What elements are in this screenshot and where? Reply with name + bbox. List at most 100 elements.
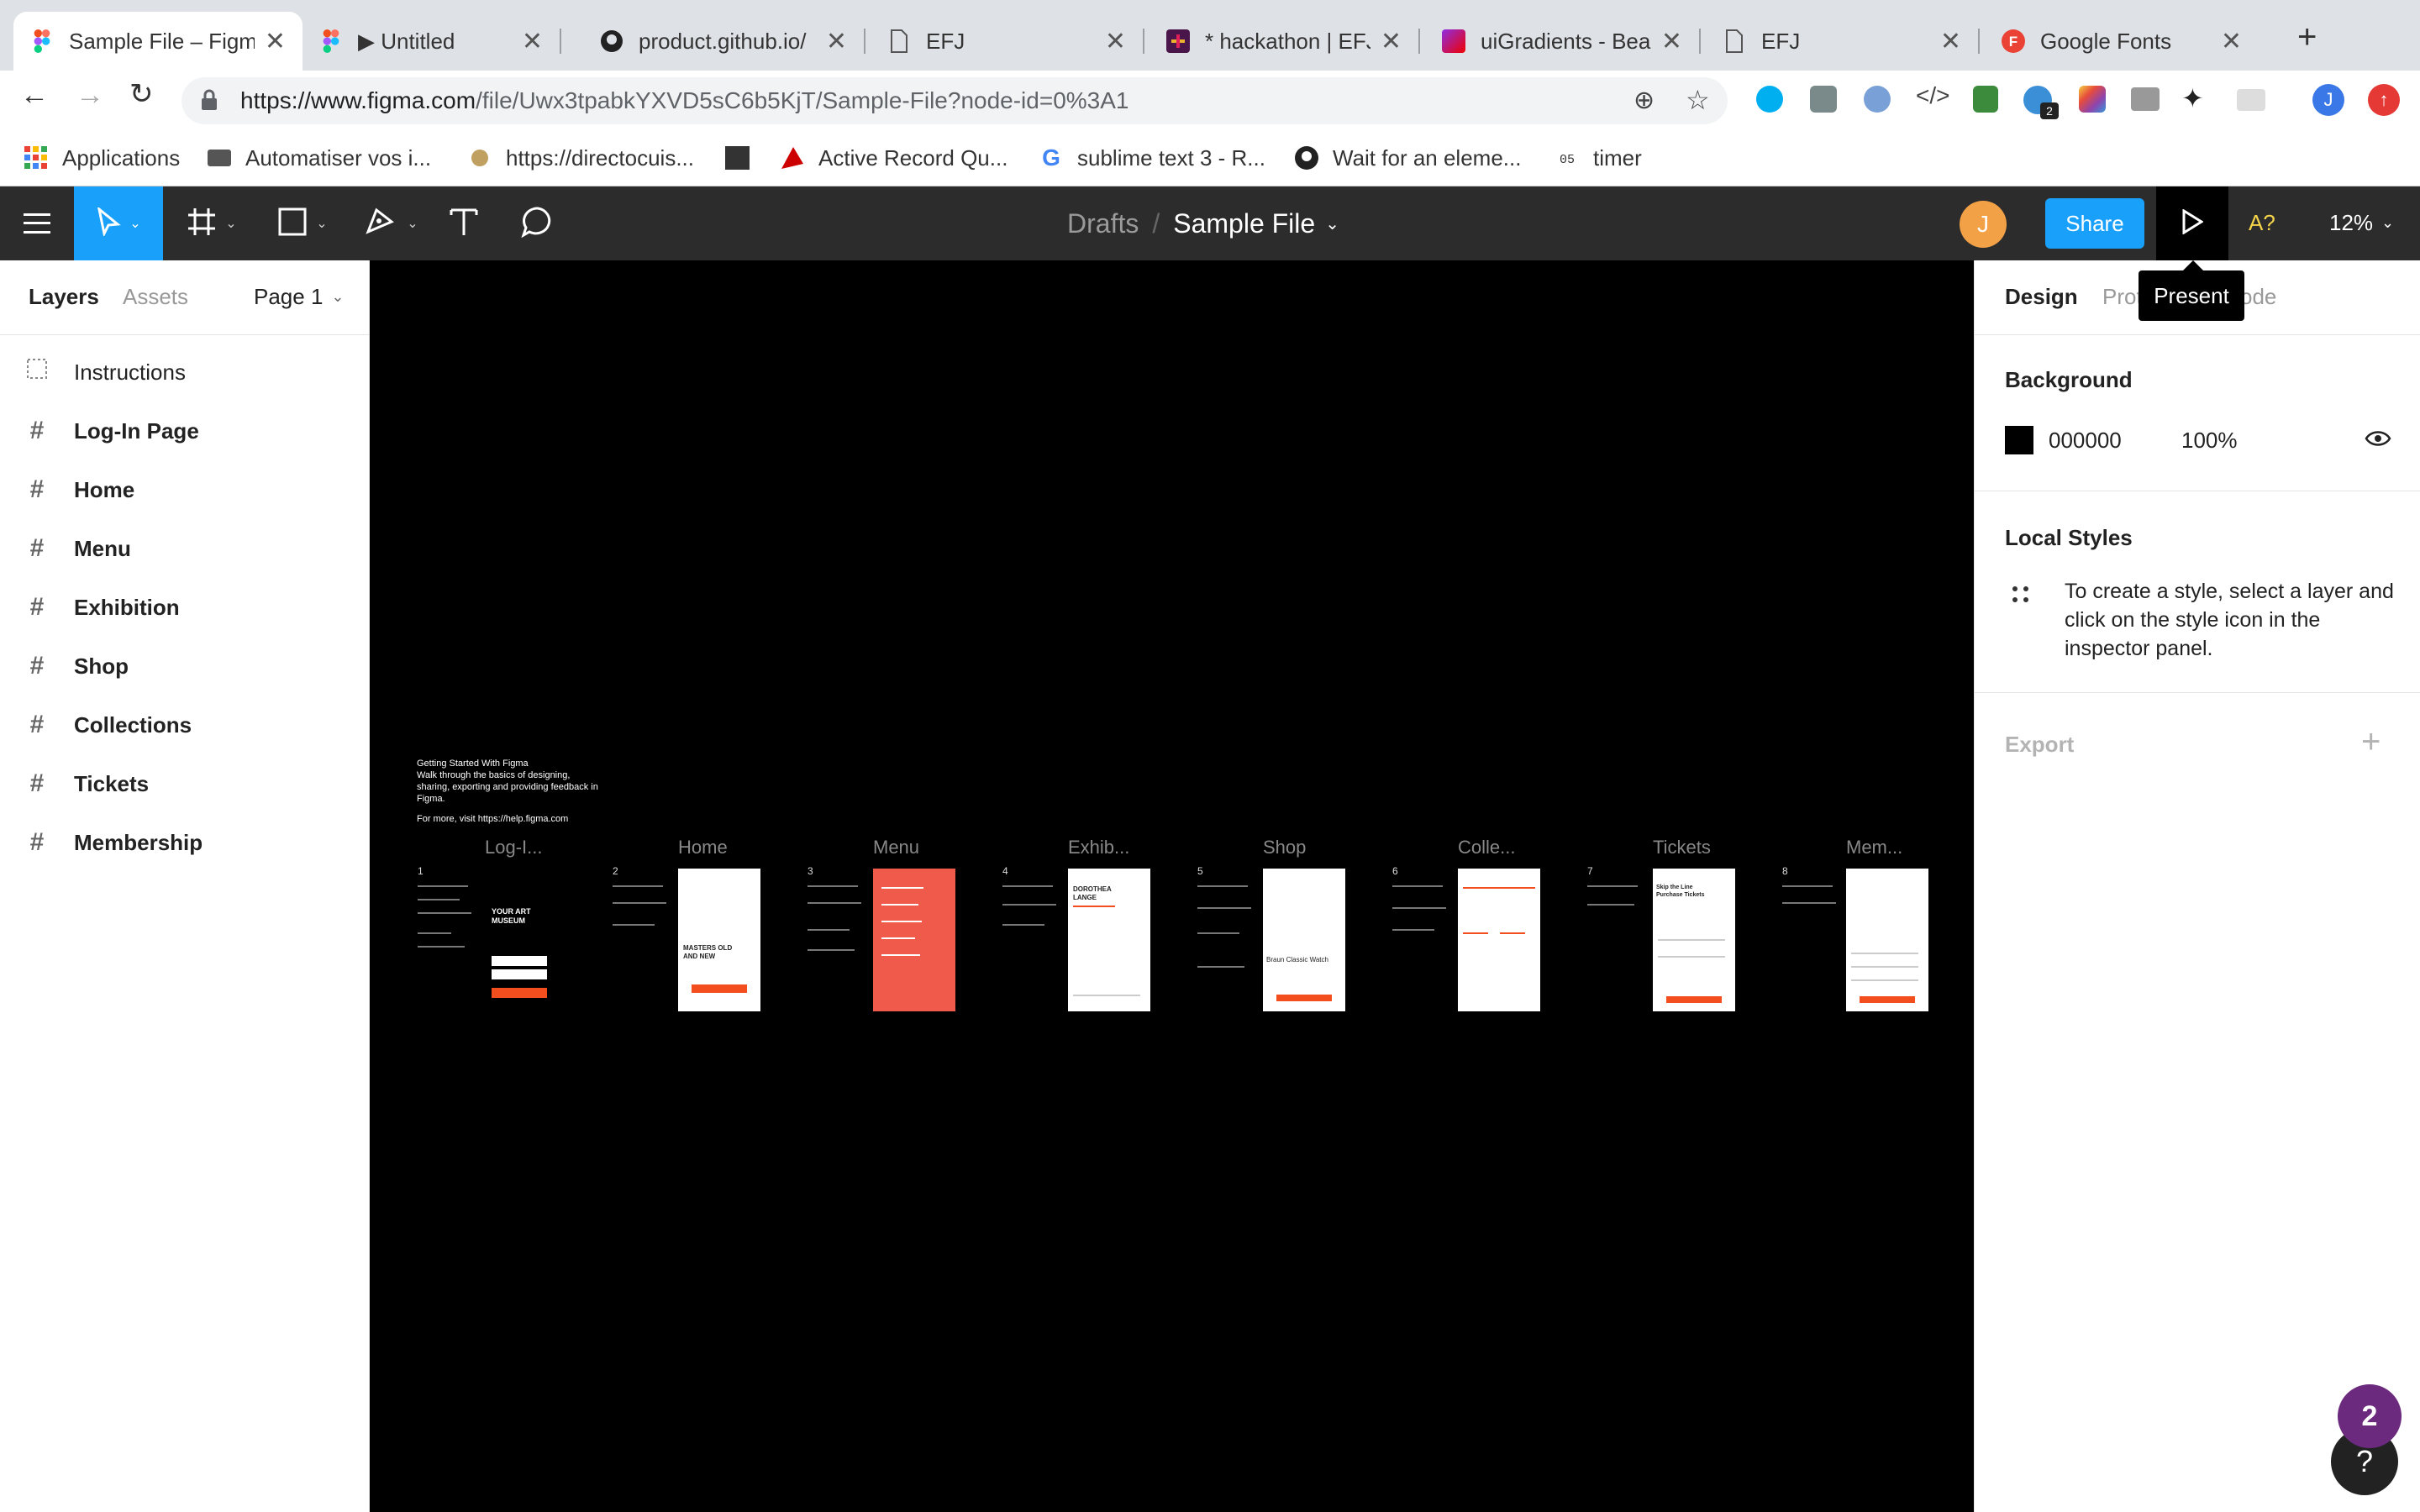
user-avatar[interactable]: J: [1960, 201, 2007, 248]
opera-icon[interactable]: [1864, 86, 1891, 113]
extension-light-icon[interactable]: [2237, 89, 2265, 111]
accessibility-check[interactable]: A?: [2249, 210, 2275, 236]
close-icon[interactable]: ✕: [1105, 27, 1126, 56]
bookmark-timer[interactable]: 05 timer: [1555, 141, 1642, 175]
bookmark-docker[interactable]: [724, 141, 763, 175]
forward-icon[interactable]: →: [76, 79, 104, 112]
layer-item-shop[interactable]: # Shop: [0, 637, 370, 696]
close-icon[interactable]: ✕: [1661, 27, 1682, 56]
tab-untitled[interactable]: ▶ Untitled ✕: [302, 12, 560, 71]
layer-item-exhibition[interactable]: # Exhibition: [0, 578, 370, 637]
tab-design[interactable]: Design: [2005, 284, 2078, 310]
frame-label-tickets[interactable]: Tickets: [1653, 837, 1711, 858]
background-opacity[interactable]: 100%: [2181, 428, 2238, 454]
close-icon[interactable]: ✕: [826, 27, 847, 56]
frame-menu[interactable]: [873, 869, 955, 1011]
eyedropper-icon[interactable]: [1810, 86, 1837, 113]
layer-item-instructions[interactable]: Instructions: [0, 343, 370, 402]
shape-tool-button[interactable]: ⌄: [269, 186, 336, 260]
layer-item-menu[interactable]: # Menu: [0, 519, 370, 578]
layer-item-collections[interactable]: # Collections: [0, 696, 370, 754]
tab-layers[interactable]: Layers: [29, 284, 99, 310]
colorpicker-icon[interactable]: [2079, 86, 2106, 113]
file-name[interactable]: Sample File: [1173, 208, 1315, 239]
close-icon[interactable]: ✕: [522, 27, 543, 56]
profile-avatar[interactable]: J: [2312, 84, 2344, 116]
bookmark-active-record[interactable]: Active Record Qu...: [780, 141, 1007, 175]
frame-label-shop[interactable]: Shop: [1263, 837, 1306, 858]
tab-assets[interactable]: Assets: [123, 284, 188, 310]
zoom-icon[interactable]: ⊕: [1634, 86, 1655, 115]
notification-badge[interactable]: 2: [2338, 1384, 2402, 1448]
update-icon[interactable]: ↑: [2368, 84, 2400, 116]
code-icon[interactable]: </>: [1916, 82, 1949, 109]
close-icon[interactable]: ✕: [1381, 27, 1402, 56]
tab-prototype[interactable]: Prot: [2102, 284, 2143, 310]
local-styles-title: Local Styles: [2005, 525, 2133, 550]
frame-label-collections[interactable]: Colle...: [1458, 837, 1515, 858]
tab-code[interactable]: ode: [2240, 284, 2276, 310]
layer-item-home[interactable]: # Home: [0, 460, 370, 519]
tab-hackathon[interactable]: * hackathon | EFJ ✕: [1150, 12, 1418, 71]
zoom-menu[interactable]: 12% ⌄: [2329, 210, 2394, 236]
reload-icon[interactable]: ↻: [129, 77, 154, 111]
tab-google-fonts[interactable]: F Google Fonts ✕: [1985, 12, 2259, 71]
bookmark-applications[interactable]: Applications: [24, 141, 180, 175]
extension-green-icon[interactable]: [1973, 86, 1998, 113]
frame-shop[interactable]: Braun Classic Watch: [1263, 869, 1345, 1011]
frame-label-membership[interactable]: Mem...: [1846, 837, 1902, 858]
frame-home[interactable]: MASTERS OLD AND NEW: [678, 869, 760, 1011]
frame-exhibition[interactable]: DOROTHEA LANGE: [1068, 869, 1150, 1011]
share-button[interactable]: Share: [2045, 198, 2144, 249]
frame-label-home[interactable]: Home: [678, 837, 728, 858]
background-swatch[interactable]: [2005, 426, 2033, 454]
frame-tickets[interactable]: Skip the Line Purchase Tickets: [1653, 869, 1735, 1011]
back-icon[interactable]: ←: [20, 79, 49, 112]
layer-label: Shop: [74, 653, 129, 679]
layer-item-log-in-page[interactable]: # Log-In Page: [0, 402, 370, 460]
close-icon[interactable]: ✕: [1940, 27, 1961, 56]
extension-gray-icon[interactable]: [2131, 87, 2160, 111]
tab-efj[interactable]: EFJ ✕: [871, 12, 1143, 71]
layer-item-membership[interactable]: # Membership: [0, 813, 370, 872]
background-hex[interactable]: 000000: [2049, 428, 2122, 454]
tab-github[interactable]: product.github.io/ ✕: [583, 12, 864, 71]
new-tab-icon[interactable]: +: [2297, 18, 2317, 56]
add-export-icon[interactable]: +: [2361, 723, 2381, 761]
skype-icon[interactable]: [1756, 86, 1783, 113]
frame-label-exhibition[interactable]: Exhib...: [1068, 837, 1129, 858]
bookmark-automatiser[interactable]: Automatiser vos i...: [207, 141, 431, 175]
url-path: /file/Uwx3tpabkYXVD5sC6b5KjT/Sample-File…: [476, 87, 1129, 113]
breadcrumb-drafts[interactable]: Drafts: [1067, 208, 1139, 239]
layer-item-tickets[interactable]: # Tickets: [0, 754, 370, 813]
tab-uigradients[interactable]: uiGradients - Beau ✕: [1425, 12, 1699, 71]
move-tool-button[interactable]: ⌄: [74, 186, 163, 260]
frame-log-in-page[interactable]: YOUR ART MUSEUM: [478, 865, 560, 1008]
tab-sample-file[interactable]: Sample File – Figma ✕: [13, 12, 302, 71]
frame-membership[interactable]: [1846, 869, 1928, 1011]
star-icon[interactable]: ☆: [1686, 84, 1710, 116]
main-menu-icon[interactable]: [0, 186, 74, 260]
close-icon[interactable]: ✕: [265, 27, 286, 56]
comment-tool-button[interactable]: [516, 186, 560, 260]
present-button[interactable]: [2156, 186, 2228, 260]
frame-tool-button[interactable]: ⌄: [178, 186, 245, 260]
text-tool-button[interactable]: [445, 186, 482, 260]
frame-collections[interactable]: [1458, 869, 1540, 1011]
tab-efj-2[interactable]: EFJ ✕: [1706, 12, 1978, 71]
address-bar[interactable]: https://www.figma.com/file/Uwx3tpabkYXVD…: [182, 77, 1728, 124]
frame-label-log-in[interactable]: Log-I...: [485, 837, 542, 858]
bookmark-sublime[interactable]: G sublime text 3 - R...: [1039, 141, 1265, 175]
frame-label-menu[interactable]: Menu: [873, 837, 919, 858]
eye-icon[interactable]: [2365, 426, 2391, 455]
pen-tool-button[interactable]: ⌄: [358, 186, 425, 260]
canvas[interactable]: Getting Started With Figma Walk through …: [371, 260, 1974, 1512]
close-icon[interactable]: ✕: [2221, 27, 2242, 56]
bookmark-directocuis[interactable]: https://directocuis...: [467, 141, 694, 175]
pointer-icon[interactable]: ✦: [2181, 82, 2204, 114]
chevron-down-icon[interactable]: ⌄: [1325, 213, 1339, 234]
page-selector[interactable]: Page 1 ⌄: [254, 284, 345, 310]
bookmark-wait-element[interactable]: Wait for an eleme...: [1294, 141, 1521, 175]
play-icon: [2181, 207, 2204, 239]
background-section: Background 000000 100%: [1975, 334, 2420, 491]
